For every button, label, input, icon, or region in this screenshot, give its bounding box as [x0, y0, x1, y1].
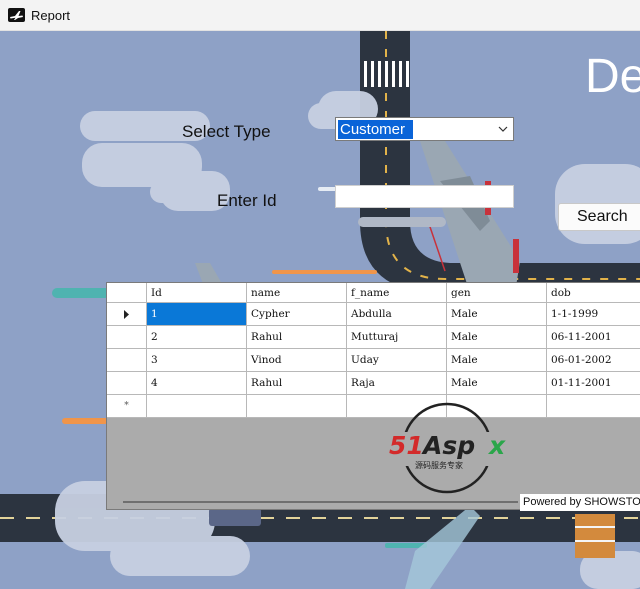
- table-cell[interactable]: Vinod: [247, 349, 347, 372]
- column-header-gen[interactable]: gen: [447, 283, 547, 303]
- row-selector[interactable]: [107, 303, 147, 326]
- column-header-dob[interactable]: dob: [547, 283, 640, 303]
- row-selector[interactable]: [107, 349, 147, 372]
- table-row[interactable]: 2 Rahul Mutturaj Male 06-11-2001: [107, 326, 640, 349]
- table-cell[interactable]: 2: [147, 326, 247, 349]
- enter-id-label: Enter Id: [217, 191, 277, 210]
- current-row-arrow-icon: [124, 309, 129, 319]
- new-row[interactable]: *: [107, 395, 640, 418]
- svg-text:x: x: [487, 431, 506, 460]
- table-cell[interactable]: Male: [447, 303, 547, 326]
- powered-by-footer: Powered by SHOWSTO: [520, 494, 640, 511]
- results-grid[interactable]: Id name f_name gen dob 1 Cypher Abdulla …: [106, 282, 640, 510]
- table-cell[interactable]: Mutturaj: [347, 326, 447, 349]
- 51aspx-watermark-logo: 51 Asp x 源码服务专家: [389, 402, 507, 494]
- svg-text:51: 51: [389, 431, 424, 460]
- row-header-corner: [107, 283, 147, 303]
- title-bar: Report: [0, 0, 640, 31]
- table-cell[interactable]: 1: [147, 303, 247, 326]
- table-cell[interactable]: [547, 395, 640, 418]
- table-cell[interactable]: 1-1-1999: [547, 303, 640, 326]
- table-cell[interactable]: Rahul: [247, 372, 347, 395]
- table-cell[interactable]: Rahul: [247, 326, 347, 349]
- table-cell[interactable]: 4: [147, 372, 247, 395]
- table-cell[interactable]: 06-01-2002: [547, 349, 640, 372]
- column-header-name[interactable]: name: [247, 283, 347, 303]
- select-type-label: Select Type: [182, 122, 271, 141]
- table-cell[interactable]: 01-11-2001: [547, 372, 640, 395]
- id-input[interactable]: [335, 185, 514, 208]
- banner-heading: De: [585, 50, 640, 103]
- grid-header-row: Id name f_name gen dob: [107, 283, 640, 303]
- search-button[interactable]: Search: [558, 203, 640, 231]
- table-row[interactable]: 3 Vinod Uday Male 06-01-2002: [107, 349, 640, 372]
- chevron-down-icon: [498, 126, 508, 132]
- airplane-icon: [8, 8, 25, 22]
- table-row[interactable]: 1 Cypher Abdulla Male 1-1-1999: [107, 303, 640, 326]
- table-cell[interactable]: [247, 395, 347, 418]
- table-cell[interactable]: Cypher: [247, 303, 347, 326]
- table-cell[interactable]: Uday: [347, 349, 447, 372]
- column-header-id[interactable]: Id: [147, 283, 247, 303]
- table-cell[interactable]: [147, 395, 247, 418]
- svg-text:源码服务专家: 源码服务专家: [415, 460, 463, 470]
- table-cell[interactable]: Male: [447, 349, 547, 372]
- row-selector[interactable]: [107, 372, 147, 395]
- svg-text:Asp: Asp: [421, 431, 475, 460]
- horizontal-scrollbar[interactable]: [123, 501, 518, 503]
- table-cell[interactable]: Abdulla: [347, 303, 447, 326]
- type-select[interactable]: Customer: [335, 117, 514, 141]
- table-row[interactable]: 4 Rahul Raja Male 01-11-2001: [107, 372, 640, 395]
- table-cell[interactable]: 06-11-2001: [547, 326, 640, 349]
- table-cell[interactable]: Raja: [347, 372, 447, 395]
- type-select-value: Customer: [338, 120, 413, 139]
- table-cell[interactable]: Male: [447, 372, 547, 395]
- table-cell[interactable]: Male: [447, 326, 547, 349]
- row-selector[interactable]: [107, 326, 147, 349]
- report-form: De Select Type Customer Enter Id Search …: [0, 31, 640, 589]
- table-cell[interactable]: 3: [147, 349, 247, 372]
- window-title: Report: [31, 8, 71, 23]
- new-row-marker: *: [107, 395, 147, 418]
- column-header-f-name[interactable]: f_name: [347, 283, 447, 303]
